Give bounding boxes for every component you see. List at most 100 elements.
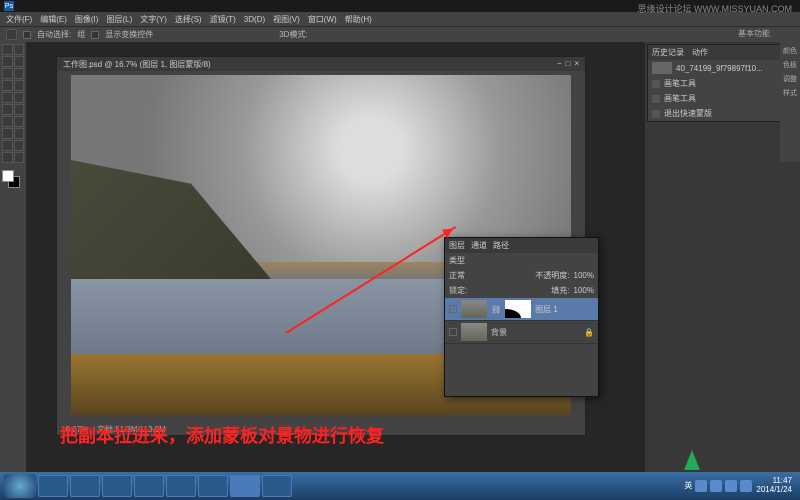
shape-tool[interactable] (14, 140, 25, 151)
menu-filter[interactable]: 滤镜(T) (210, 14, 236, 25)
crop-tool[interactable] (2, 68, 13, 79)
history-item[interactable]: 画笔工具 (648, 76, 797, 91)
task-app4[interactable] (262, 475, 292, 497)
task-app3[interactable] (198, 475, 228, 497)
history-snapshot[interactable]: 40_74199_9f79897f10... (648, 60, 797, 76)
lock-label: 锁定: (449, 285, 467, 296)
type-tool[interactable] (14, 128, 25, 139)
layer-name[interactable]: 图层 1 (535, 304, 558, 315)
eraser-tool[interactable] (2, 104, 13, 115)
dodge-tool[interactable] (14, 116, 25, 127)
layer-name[interactable]: 背景 (491, 327, 507, 338)
visibility-icon[interactable] (449, 328, 457, 336)
task-app2[interactable] (166, 475, 196, 497)
task-photoshop[interactable] (230, 475, 260, 497)
lasso-tool[interactable] (2, 56, 13, 67)
menu-file[interactable]: 文件(F) (6, 14, 32, 25)
fill-label: 填充: (551, 285, 569, 296)
ps-logo: Ps (4, 1, 14, 11)
menu-edit[interactable]: 编辑(E) (40, 14, 67, 25)
link-icon[interactable]: ⛓ (491, 305, 501, 314)
tray-icon[interactable] (695, 480, 707, 492)
start-button[interactable] (4, 474, 36, 498)
mode-3d-label: 3D模式: (279, 29, 307, 40)
pen-tool[interactable] (2, 128, 13, 139)
ime-indicator[interactable]: 英 (684, 480, 692, 492)
gradient-tool[interactable] (14, 104, 25, 115)
heal-tool[interactable] (2, 80, 13, 91)
auto-select-label: 自动选择: (37, 29, 71, 40)
opacity-value[interactable]: 100% (574, 271, 594, 280)
tab-history[interactable]: 历史记录 (652, 47, 684, 58)
hand-tool[interactable] (2, 152, 13, 163)
move-tool[interactable] (2, 44, 13, 55)
strip-color[interactable]: 颜色 (782, 46, 798, 56)
eyedropper-tool[interactable] (14, 68, 25, 79)
layer-row[interactable]: ⛓ 图层 1 (445, 298, 598, 321)
blur-tool[interactable] (2, 116, 13, 127)
workspace-switcher[interactable]: 基本功能 (738, 28, 770, 39)
history-brush-tool[interactable] (14, 92, 25, 103)
color-swatch[interactable] (2, 170, 20, 188)
stamp-tool[interactable] (2, 92, 13, 103)
auto-select-checkbox[interactable] (23, 31, 31, 39)
opacity-label: 不透明度: (535, 270, 569, 281)
marquee-tool[interactable] (14, 44, 25, 55)
options-bar: 自动选择: 组 显示变换控件 3D模式: (0, 26, 800, 42)
menu-type[interactable]: 文字(Y) (140, 14, 167, 25)
move-tool-icon[interactable] (6, 29, 17, 40)
wand-tool[interactable] (14, 56, 25, 67)
visibility-icon[interactable] (449, 305, 457, 313)
menu-image[interactable]: 图像(I) (75, 14, 99, 25)
menu-view[interactable]: 视图(V) (273, 14, 300, 25)
history-item[interactable]: 退出快速蒙版 (648, 106, 797, 121)
layers-panel: 图层 通道 路径 类型 正常 不透明度: 100% 锁定: 填充: 100% ⛓ (444, 237, 599, 397)
path-tool[interactable] (2, 140, 13, 151)
watermark: 思缘设计论坛 WWW.MISSYUAN.COM (637, 2, 792, 15)
layer-thumb[interactable] (461, 300, 487, 318)
tab-actions[interactable]: 动作 (692, 47, 708, 58)
toolbox (0, 42, 26, 482)
task-app1[interactable] (134, 475, 164, 497)
menu-layer[interactable]: 图层(L) (106, 14, 132, 25)
tray-icon[interactable] (725, 480, 737, 492)
maximize-icon[interactable]: □ (565, 59, 570, 69)
show-transform-checkbox[interactable] (91, 31, 99, 39)
layer-kind[interactable]: 类型 (449, 255, 465, 266)
brush-tool[interactable] (14, 80, 25, 91)
tray-volume-icon[interactable] (740, 480, 752, 492)
brush-icon (652, 95, 660, 103)
strip-swatches[interactable]: 色板 (782, 60, 798, 70)
close-icon[interactable]: × (574, 59, 579, 69)
menu-help[interactable]: 帮助(H) (345, 14, 372, 25)
tray-icon[interactable] (710, 480, 722, 492)
document-tab[interactable]: 工作图.psd @ 16.7% (图层 1, 图层蒙版/8) (63, 59, 211, 69)
zoom-tool[interactable] (14, 152, 25, 163)
menu-select[interactable]: 选择(S) (175, 14, 202, 25)
clock[interactable]: 11:472014/1/24 (756, 477, 796, 495)
menu-window[interactable]: 窗口(W) (308, 14, 337, 25)
layer-row[interactable]: 背景 🔒 (445, 321, 598, 344)
blend-mode[interactable]: 正常 (449, 270, 465, 281)
lock-icon: 🔒 (584, 328, 594, 337)
menu-3d[interactable]: 3D(D) (244, 15, 265, 24)
layer-thumb[interactable] (461, 323, 487, 341)
windows-taskbar: 英 11:472014/1/24 (0, 472, 800, 500)
fill-value[interactable]: 100% (574, 286, 594, 295)
task-explorer[interactable] (70, 475, 100, 497)
tab-channels[interactable]: 通道 (471, 240, 487, 251)
mask-thumb[interactable] (505, 300, 531, 318)
history-panel: 历史记录 动作 40_74199_9f79897f10... 画笔工具 画笔工具… (647, 44, 798, 122)
tab-paths[interactable]: 路径 (493, 240, 509, 251)
task-ie[interactable] (38, 475, 68, 497)
tab-layers[interactable]: 图层 (449, 240, 465, 251)
task-media[interactable] (102, 475, 132, 497)
strip-styles[interactable]: 样式 (782, 88, 798, 98)
history-item[interactable]: 画笔工具 (648, 91, 797, 106)
collapsed-panels: 颜色 色板 调整 样式 (780, 42, 800, 162)
brush-icon (652, 80, 660, 88)
mask-icon (652, 110, 660, 118)
minimize-icon[interactable]: − (557, 59, 562, 69)
strip-adjust[interactable]: 调整 (782, 74, 798, 84)
auto-select-dropdown[interactable]: 组 (77, 29, 85, 40)
